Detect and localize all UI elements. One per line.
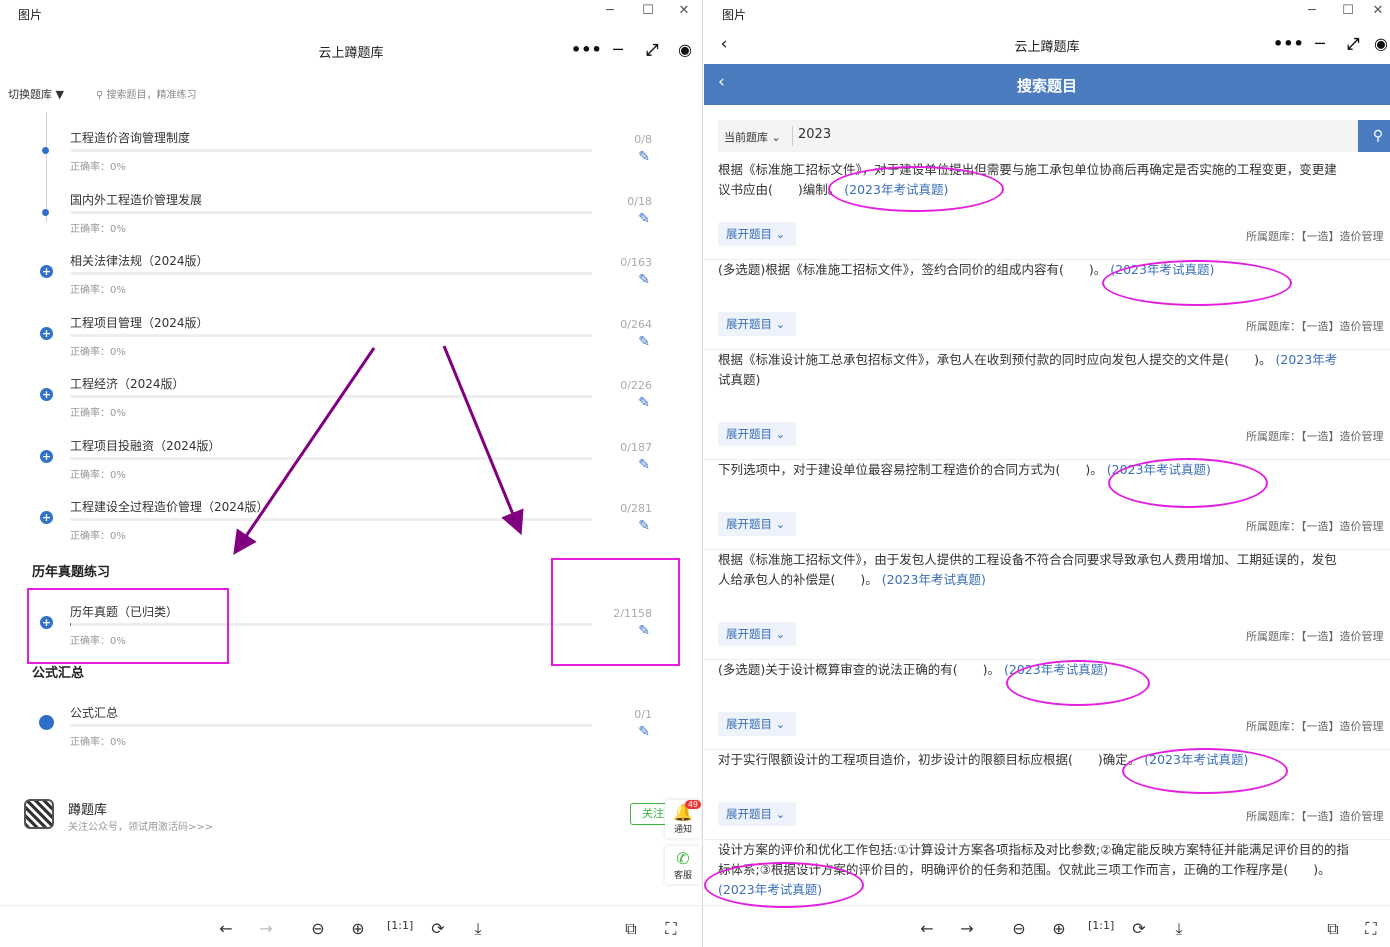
question-item[interactable]: 对于实行限额设计的工程项目造价，初步设计的限额目标应根据( )确定。 (2023…: [704, 750, 1390, 840]
page-header: ‹ 搜索题目: [704, 64, 1390, 105]
question-line: 人给承包人的补偿是( )。 (2023年考试真题): [718, 572, 986, 587]
question-bank-label: 所属题库：【一造】造价管理: [1246, 320, 1384, 333]
chevron-down-icon: ⌄: [775, 517, 786, 531]
maximize-icon[interactable]: ☐: [1338, 3, 1358, 18]
current-bank-dropdown[interactable]: 当前题库 ⌄: [724, 129, 781, 145]
zoom-out-icon[interactable]: ⊖: [1008, 919, 1030, 938]
question-text: 设计方案的评价和优化工作包括:①计算设计方案各项指标及对比参数;②确定能反映方案…: [718, 840, 1390, 900]
question-item[interactable]: 下列选项中，对于建设单位最容易控制工程造价的合同方式为( )。 (2023年考试…: [704, 460, 1390, 550]
question-line: 标体系;③根据设计方案的评价目的，明确评价的任务和范围。仅就此三项工作而言，正确…: [718, 862, 1331, 877]
right-image-viewer-window: 图片 ─ ☐ ✕ ‹ 云上蹲题库 ••• ─ ⤢ ◉ ‹ 搜索题目 当前题库 ⌄…: [704, 0, 1390, 947]
scan-icon[interactable]: ⛶: [1360, 919, 1382, 939]
question-bank-label: 所属题库：【一造】造价管理: [1246, 630, 1384, 643]
year-tag: (2023年考试真题): [1144, 752, 1249, 767]
question-bank-label: 所属题库：【一造】造价管理: [1246, 430, 1384, 443]
question-bank-label: 所属题库：【一造】造价管理: [1246, 230, 1384, 243]
question-item[interactable]: (多选题)根据《标准施工招标文件》，签约合同价的组成内容有( )。 (2023年…: [704, 260, 1390, 350]
question-line: 根据《标准施工招标文件》，对于建设单位提出但需要与施工承包单位协商后再确定是否实…: [718, 162, 1337, 177]
expand-question-button[interactable]: 展开题目 ⌄: [718, 802, 796, 826]
question-bank-label: 所属题库：【一造】造价管理: [1246, 810, 1384, 823]
ocr-icon[interactable]: ⧉: [1322, 919, 1344, 939]
chevron-down-icon: ⌄: [775, 427, 786, 441]
year-tag: (2023年考试真题): [844, 182, 949, 197]
question-item[interactable]: 设计方案的评价和优化工作包括:①计算设计方案各项指标及对比参数;②确定能反映方案…: [704, 840, 1390, 910]
question-line: 议书应由( )编制。 (2023年考试真题): [718, 182, 949, 197]
arrow-left-icon[interactable]: ←: [916, 919, 938, 938]
expand-question-button[interactable]: 展开题目 ⌄: [718, 712, 796, 736]
expand-question-button[interactable]: 展开题目 ⌄: [718, 312, 796, 336]
miniapp-header: ‹ 云上蹲题库 ••• ─ ⤢ ◉: [704, 22, 1390, 66]
question-item[interactable]: 根据《标准施工招标文件》，对于建设单位提出但需要与施工承包单位协商后再确定是否实…: [704, 160, 1390, 260]
exit-app-icon[interactable]: ◉: [1369, 34, 1390, 53]
actual-size-icon[interactable]: [1:1]: [1088, 919, 1114, 932]
chevron-down-icon: ⌄: [775, 627, 786, 641]
question-bank-label: 所属题库：【一造】造价管理: [1246, 520, 1384, 533]
year-tag: (2023年考试真题): [1106, 462, 1211, 477]
question-line: 设计方案的评价和优化工作包括:①计算设计方案各项指标及对比参数;②确定能反映方案…: [718, 842, 1349, 857]
expand-question-button[interactable]: 展开题目 ⌄: [718, 222, 796, 246]
page-title: 搜索题目: [1016, 77, 1077, 95]
caret-down-icon: ⌄: [771, 131, 781, 144]
question-line: 对于实行限额设计的工程项目造价，初步设计的限额目标应根据( )确定。 (2023…: [718, 752, 1249, 767]
more-icon[interactable]: •••: [1273, 34, 1304, 53]
close-icon[interactable]: ✕: [1368, 3, 1388, 18]
annotation-arrow: [442, 345, 524, 536]
chevron-down-icon: ⌄: [775, 717, 786, 731]
chevron-down-icon: ⌄: [775, 807, 786, 821]
question-item[interactable]: 根据《标准设计施工总承包招标文件》，承包人在收到预付款的同时应向发包人提交的文件…: [704, 350, 1390, 460]
image-viewer-toolbar: ← → ⊖ ⊕ [1:1] ⟳ ⤓ ⧉ ⛶: [704, 905, 1390, 947]
question-text: 下列选项中，对于建设单位最容易控制工程造价的合同方式为( )。 (2023年考试…: [718, 460, 1390, 480]
question-item[interactable]: (多选题)关于设计概算审查的说法正确的有( )。 (2023年考试真题) 展开题目…: [704, 660, 1390, 750]
chevron-down-icon: ⌄: [775, 317, 786, 331]
year-tag: (2023年考试真题): [1004, 662, 1109, 677]
restore-icon[interactable]: ⤢: [1341, 34, 1365, 54]
minimize-icon[interactable]: ─: [1302, 3, 1322, 18]
question-line: (多选题)关于设计概算审查的说法正确的有( )。 (2023年考试真题): [718, 662, 1109, 677]
search-button[interactable]: ⚲: [1358, 120, 1390, 152]
arrow-right-icon[interactable]: →: [956, 919, 978, 938]
question-line: 试真题): [718, 372, 761, 387]
question-text: 根据《标准设计施工总承包招标文件》，承包人在收到预付款的同时应向发包人提交的文件…: [718, 350, 1390, 390]
question-line: 根据《标准设计施工总承包招标文件》，承包人在收到预付款的同时应向发包人提交的文件…: [718, 352, 1338, 367]
zoom-in-icon[interactable]: ⊕: [1048, 919, 1070, 938]
question-text: (多选题)关于设计概算审查的说法正确的有( )。 (2023年考试真题): [718, 660, 1390, 680]
download-icon[interactable]: ⤓: [1168, 919, 1190, 939]
question-text: 根据《标准施工招标文件》，对于建设单位提出但需要与施工承包单位协商后再确定是否实…: [718, 160, 1390, 200]
chevron-down-icon: ⌄: [775, 227, 786, 241]
year-tag: (2023年考试真题): [718, 882, 823, 897]
search-input[interactable]: 2023: [798, 127, 831, 142]
left-image-viewer-window: 图片 ─ ☐ ✕ 云上蹲题库 ••• ─ ⤢ ◉ 切换题库 ▼ ⚲ 搜索题目，精…: [0, 0, 703, 947]
search-icon: ⚲: [1372, 128, 1384, 144]
question-item[interactable]: 根据《标准施工招标文件》，由于发包人提供的工程设备不符合合同要求导致承包人费用增…: [704, 550, 1390, 660]
year-tag: (2023年考试真题): [1110, 262, 1215, 277]
year-tag: (2023年考试真题): [881, 572, 986, 587]
question-line: (多选题)根据《标准施工招标文件》，签约合同价的组成内容有( )。 (2023年…: [718, 262, 1215, 277]
annotation-arrows: [233, 345, 524, 555]
question-bank-label: 所属题库：【一造】造价管理: [1246, 720, 1384, 733]
year-tag: (2023年考: [1275, 352, 1338, 367]
search-bar: 当前题库 ⌄ 2023 ⚲: [718, 120, 1390, 152]
expand-question-button[interactable]: 展开题目 ⌄: [718, 622, 796, 646]
minimize-app-icon[interactable]: ─: [1308, 34, 1332, 53]
expand-question-button[interactable]: 展开题目 ⌄: [718, 422, 796, 446]
divider: [792, 126, 793, 146]
expand-question-button[interactable]: 展开题目 ⌄: [718, 512, 796, 536]
question-text: 对于实行限额设计的工程项目造价，初步设计的限额目标应根据( )确定。 (2023…: [718, 750, 1390, 770]
rotate-icon[interactable]: ⟳: [1128, 919, 1150, 938]
question-line: 根据《标准施工招标文件》，由于发包人提供的工程设备不符合合同要求导致承包人费用增…: [718, 552, 1337, 567]
window-title: 图片: [722, 8, 747, 22]
question-text: 根据《标准施工招标文件》，由于发包人提供的工程设备不符合合同要求导致承包人费用增…: [718, 550, 1390, 590]
question-line: 下列选项中，对于建设单位最容易控制工程造价的合同方式为( )。 (2023年考试…: [718, 462, 1211, 477]
question-text: (多选题)根据《标准施工招标文件》，签约合同价的组成内容有( )。 (2023年…: [718, 260, 1390, 280]
annotation-arrow: [233, 347, 376, 555]
